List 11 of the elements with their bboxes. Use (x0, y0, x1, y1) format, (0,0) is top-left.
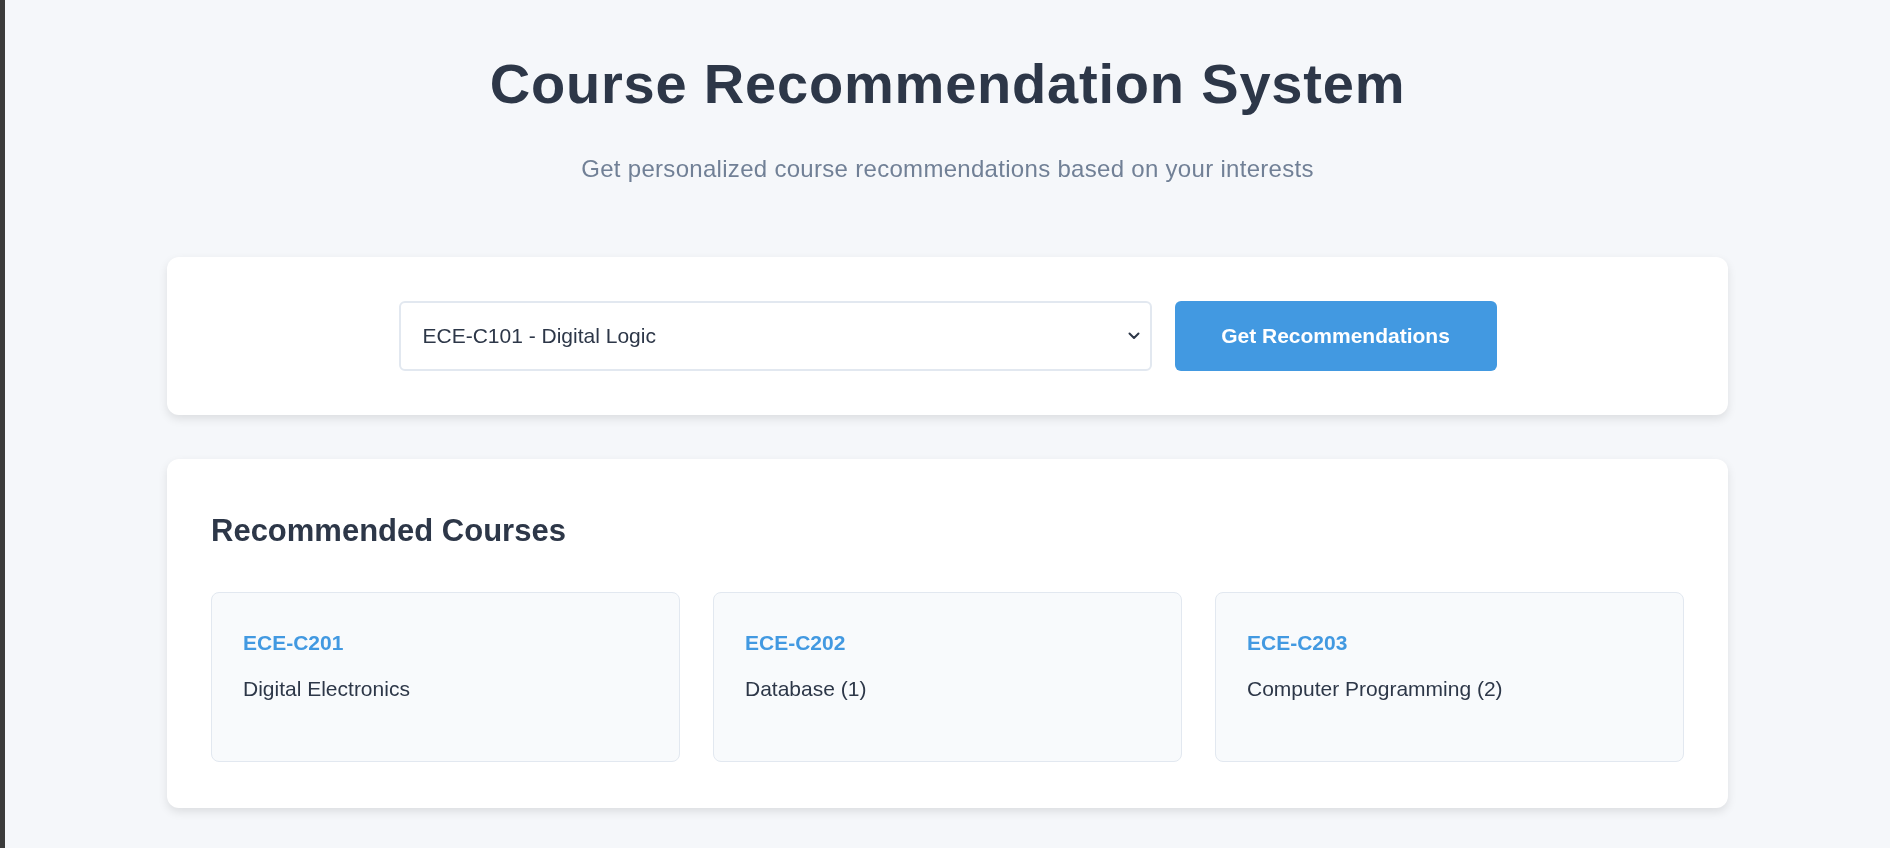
page-subtitle: Get personalized course recommendations based on your interests (581, 154, 1314, 184)
course-name: Database (1) (745, 676, 867, 702)
results-heading: Recommended Courses (211, 512, 566, 550)
course-name: Computer Programming (2) (1247, 676, 1503, 702)
course-select[interactable]: ECE-C101 - Digital Logic (398, 301, 1152, 371)
page-title: Course Recommendation System (489, 51, 1406, 117)
course-code: ECE-C201 (243, 630, 344, 656)
course-code: ECE-C202 (745, 630, 846, 656)
chevron-down-icon (1127, 332, 1140, 340)
course-code: ECE-C203 (1247, 630, 1348, 656)
course-name: Digital Electronics (243, 676, 410, 702)
